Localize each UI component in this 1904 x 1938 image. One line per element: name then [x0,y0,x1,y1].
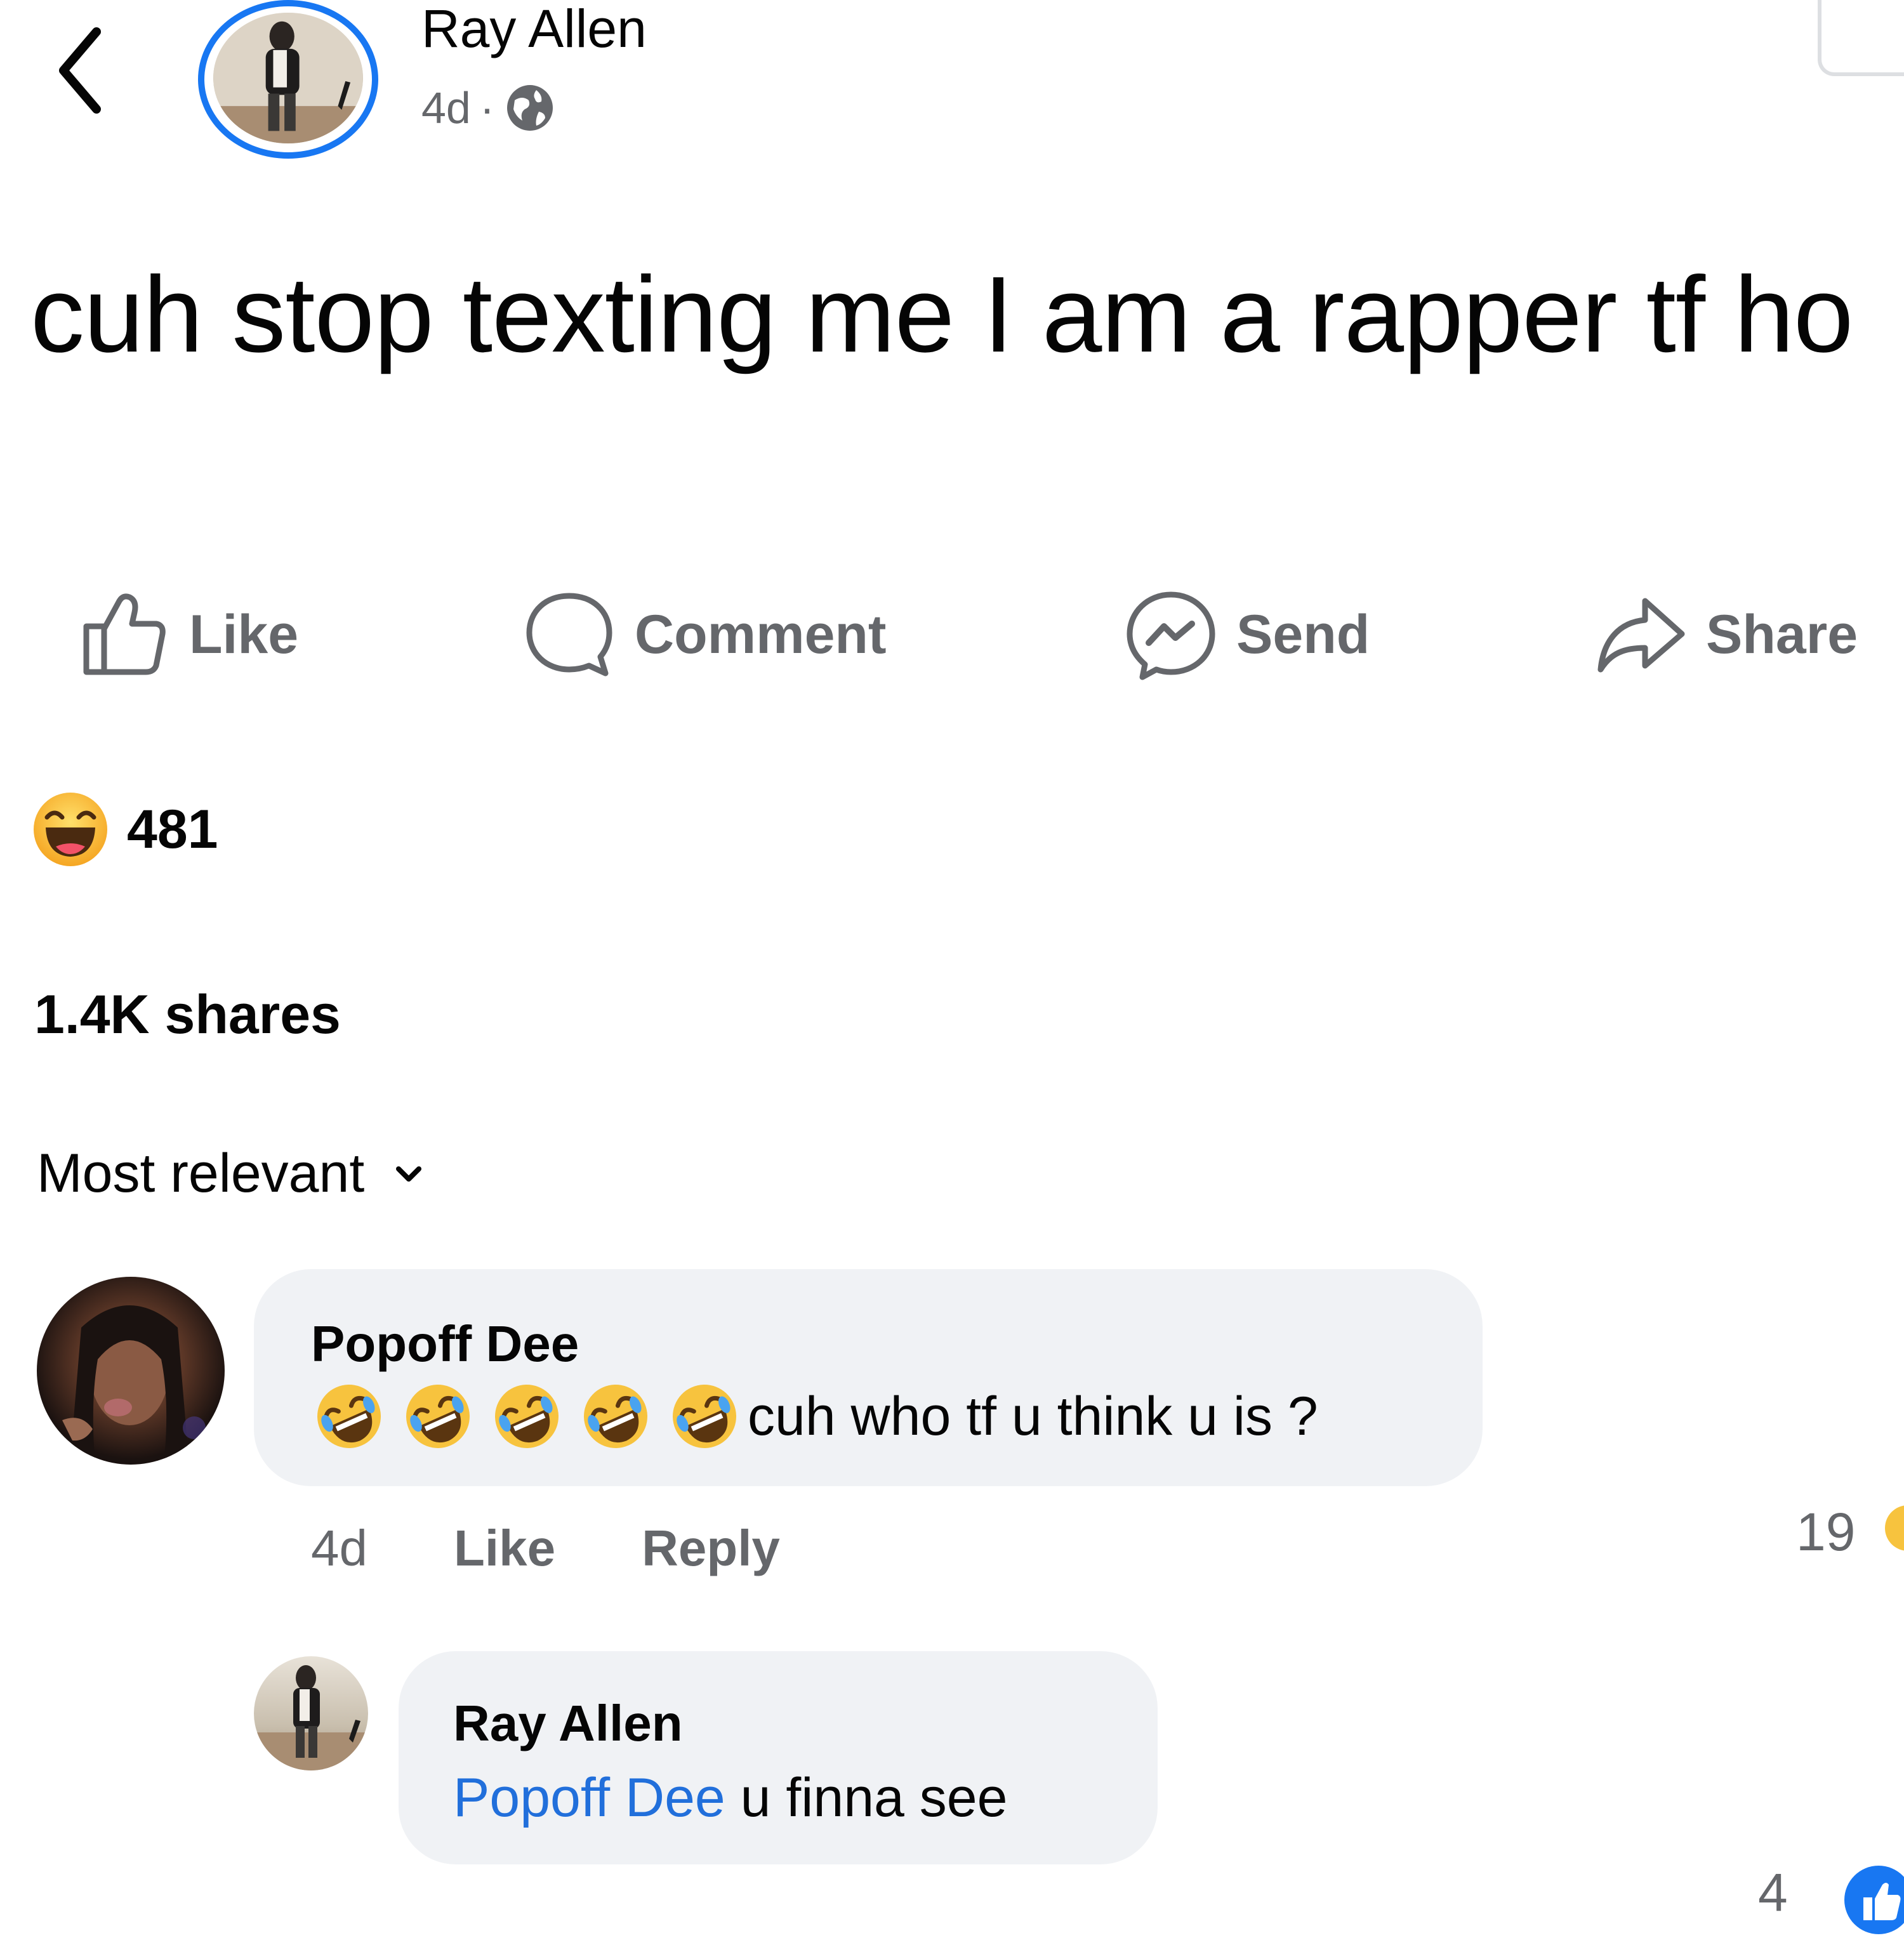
commenter-photo [62,1305,206,1465]
comment-actions: 4d Like Reply [311,1519,780,1578]
comment-reply-button[interactable]: Reply [642,1519,780,1578]
reply-text-body: u finna see [740,1767,1008,1828]
reaction-summary[interactable]: 481 [30,789,218,869]
reply-bubble [399,1651,1158,1864]
comment-time[interactable]: 4d [311,1519,367,1578]
share-label: Share [1706,603,1858,665]
send-button[interactable]: Send [1123,584,1370,685]
comment-sort[interactable]: Most relevant [37,1142,428,1205]
comment-button[interactable]: Comment [522,584,887,685]
author-avatar[interactable] [198,0,378,159]
comment-bubble [254,1269,1483,1486]
post-meta: 4d · [421,81,557,135]
messenger-icon [1127,591,1215,680]
haha-icon [1885,1505,1904,1551]
like-icon [83,593,166,675]
commenter-avatar[interactable] [37,1277,225,1465]
post-time[interactable]: 4d [421,82,471,133]
chevron-down-icon [396,1166,422,1182]
comment-label: Comment [635,603,887,665]
comment-text-body: cuh who tf u think u is ? [748,1385,1318,1447]
comment-like-button[interactable]: Like [454,1519,555,1578]
globe-icon [507,85,553,131]
reply-reaction-count[interactable]: 4 [1758,1862,1788,1923]
share-icon [1597,598,1685,673]
sort-label: Most relevant [37,1143,365,1204]
rofl-icon [495,1385,559,1448]
rofl-icon [673,1385,736,1448]
share-count[interactable]: 1.4K shares [34,984,341,1046]
reply-mention[interactable]: Popoff Dee [453,1767,725,1828]
like-label: Like [189,603,299,665]
reply-author-name[interactable]: Ray Allen [453,1694,683,1753]
like-reaction-icon [1844,1866,1904,1934]
comment-text: cuh who tf u think u is ? [314,1381,1318,1452]
reply-text: Popoff Dee u finna see [453,1767,1007,1829]
meta-separator: · [479,83,495,133]
send-label: Send [1236,603,1370,665]
emoji-row [314,1381,740,1452]
haha-icon [34,793,107,866]
share-button[interactable]: Share [1593,584,1858,685]
rofl-icon [406,1385,470,1448]
comment-reaction-count[interactable]: 19 [1796,1501,1855,1563]
reaction-count: 481 [127,798,218,860]
author-name[interactable]: Ray Allen [421,0,647,57]
rofl-icon [317,1385,381,1448]
rofl-icon [584,1385,647,1448]
back-icon[interactable] [52,23,109,118]
window-control[interactable] [1818,0,1904,76]
post-text: cuh stop texting me I am a rapper tf ho [30,254,1853,375]
commenter-name[interactable]: Popoff Dee [311,1315,579,1373]
avatar-photo [213,13,363,143]
reply-avatar-photo [254,1665,368,1770]
comment-icon [526,593,612,676]
reply-avatar[interactable] [254,1656,368,1770]
like-button[interactable]: Like [76,584,298,685]
